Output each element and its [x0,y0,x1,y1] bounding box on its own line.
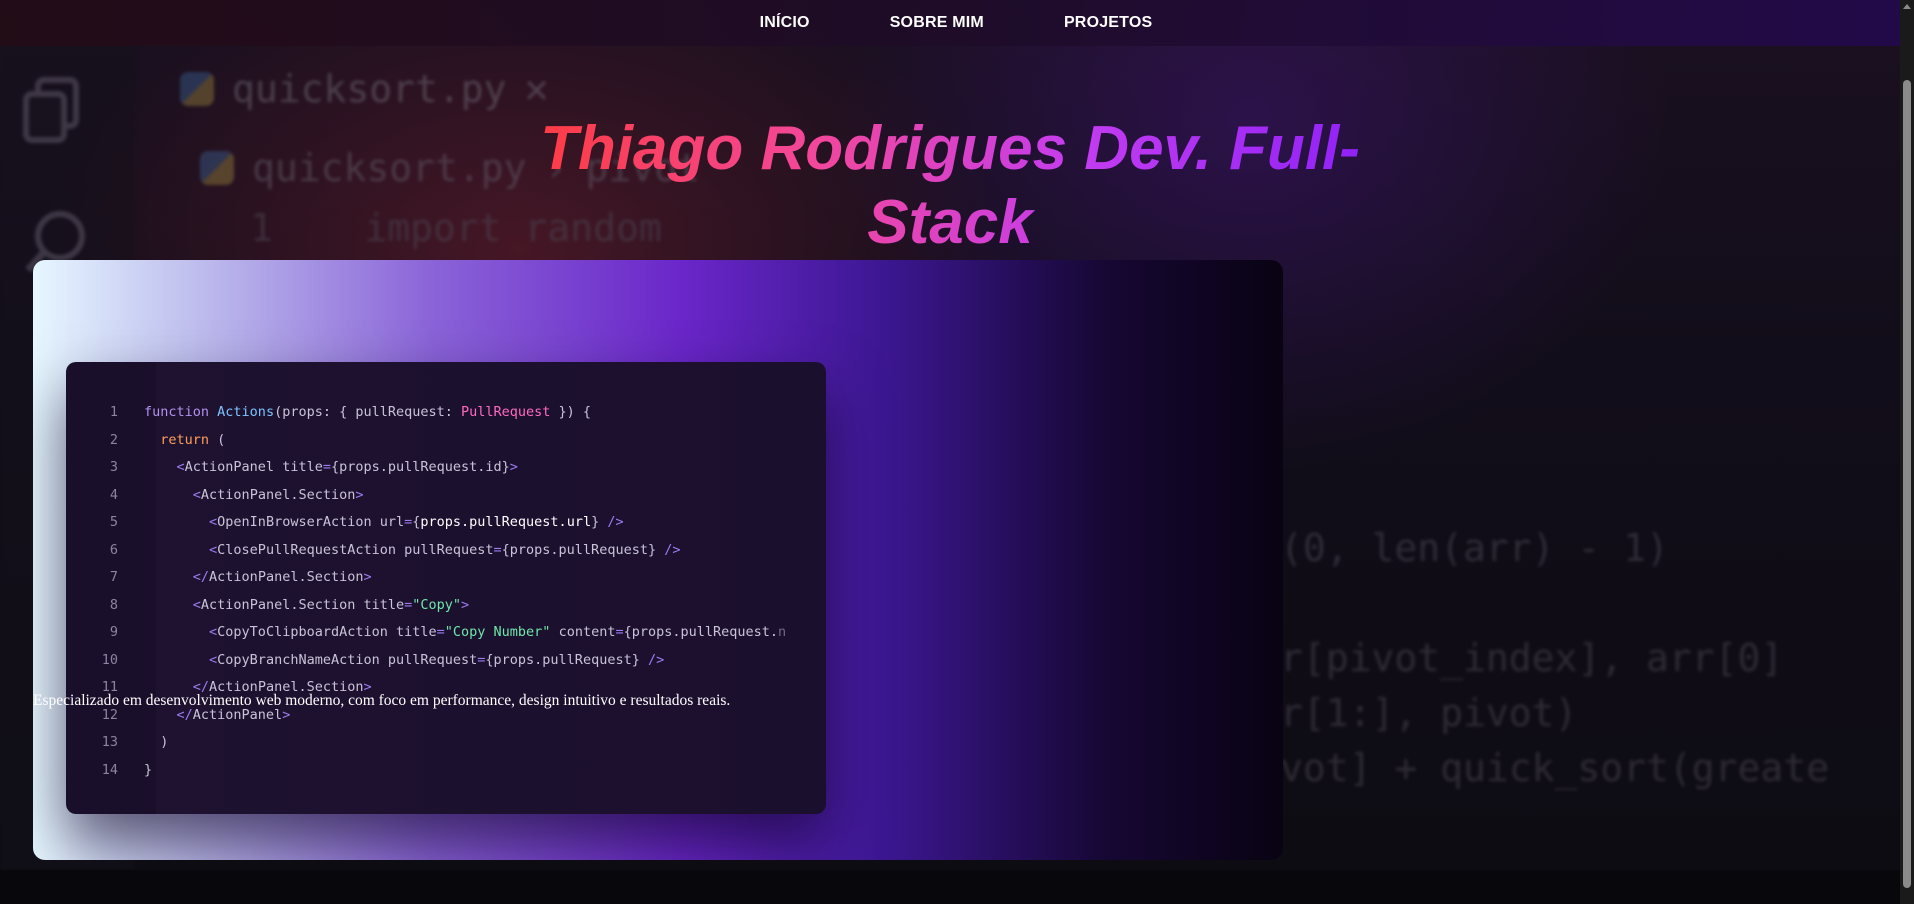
line-number: 6 [109,541,118,558]
code-line: 14} [66,757,826,785]
background-code-line: r[1:], pivot) [1280,691,1578,735]
background-tab: quicksort.py ✕ [180,66,549,112]
line-number: 2 [109,431,118,448]
line-number: 9 [109,624,118,640]
line-number: 4 [109,486,118,503]
page-footer-strip [0,870,1900,904]
navbar: INÍCIO SOBRE MIM PROJETOS [0,0,1900,46]
code-line: 13 ) [66,729,826,757]
code-line: 3 <ActionPanel title={props.pullRequest.… [66,454,826,482]
code-line: 8 <ActionPanel.Section title="Copy"> [66,592,826,620]
nav-link-projetos[interactable]: PROJETOS [1064,14,1152,32]
code-line: 1 function Actions(props: { pullRequest: … [66,399,826,427]
nav-link-inicio[interactable]: INÍCIO [760,14,810,32]
line-number: 1 [109,404,118,420]
code-line: 7 </ActionPanel.Section> [66,564,826,592]
code-line: 5 <OpenInBrowserAction url={props.pullRe… [66,509,826,537]
background-code-line: r[pivot_index], arr[0] [1280,636,1784,680]
code-window: 1 function Actions(props: { pullRequest: … [66,362,826,814]
line-number: 8 [109,596,118,613]
line-number: 13 [101,734,118,750]
code-line: 10 <CopyBranchNameAction pullRequest={pr… [66,647,826,675]
code-line: 6 <ClosePullRequestAction pullRequest={p… [66,537,826,565]
nav-link-sobre-mim[interactable]: SOBRE MIM [890,14,984,32]
hero-title: Thiago Rodrigues Dev. Full-Stack [510,112,1390,260]
line-number: 7 [109,569,118,585]
nav-links: INÍCIO SOBRE MIM PROJETOS [760,14,1153,32]
hero-image-card: 1 function Actions(props: { pullRequest: … [33,260,1283,860]
close-icon: ✕ [524,66,549,112]
hero-tagline: Especializado em desenvolvimento web mod… [33,692,731,709]
code-line: 9 <CopyToClipboardAction title="Copy Num… [66,619,826,647]
code-line: 4 <ActionPanel.Section> [66,482,826,510]
line-number: 5 [109,514,118,530]
code-line: 2 return ( [66,427,826,455]
background-code-line: (0, len(arr) - 1) [1280,526,1669,570]
code-block: 1 function Actions(props: { pullRequest: … [66,399,826,784]
background-code-line: vot] + quick_sort(greate [1280,746,1830,790]
page: quicksort.py ✕ quicksort.py › pivot 1 im… [0,0,1914,904]
scrollbar[interactable] [1900,0,1914,904]
scroll-thumb[interactable] [1903,80,1911,888]
line-number: 3 [109,459,118,475]
line-number: 14 [101,761,118,778]
scroll-up-icon[interactable] [1903,4,1911,9]
python-icon [200,151,234,185]
python-icon [180,72,214,106]
line-number: 10 [101,651,118,668]
background-breadcrumb-file: quicksort.py [252,146,527,190]
copy-icon [23,77,79,143]
background-tab-label: quicksort.py [232,67,507,111]
